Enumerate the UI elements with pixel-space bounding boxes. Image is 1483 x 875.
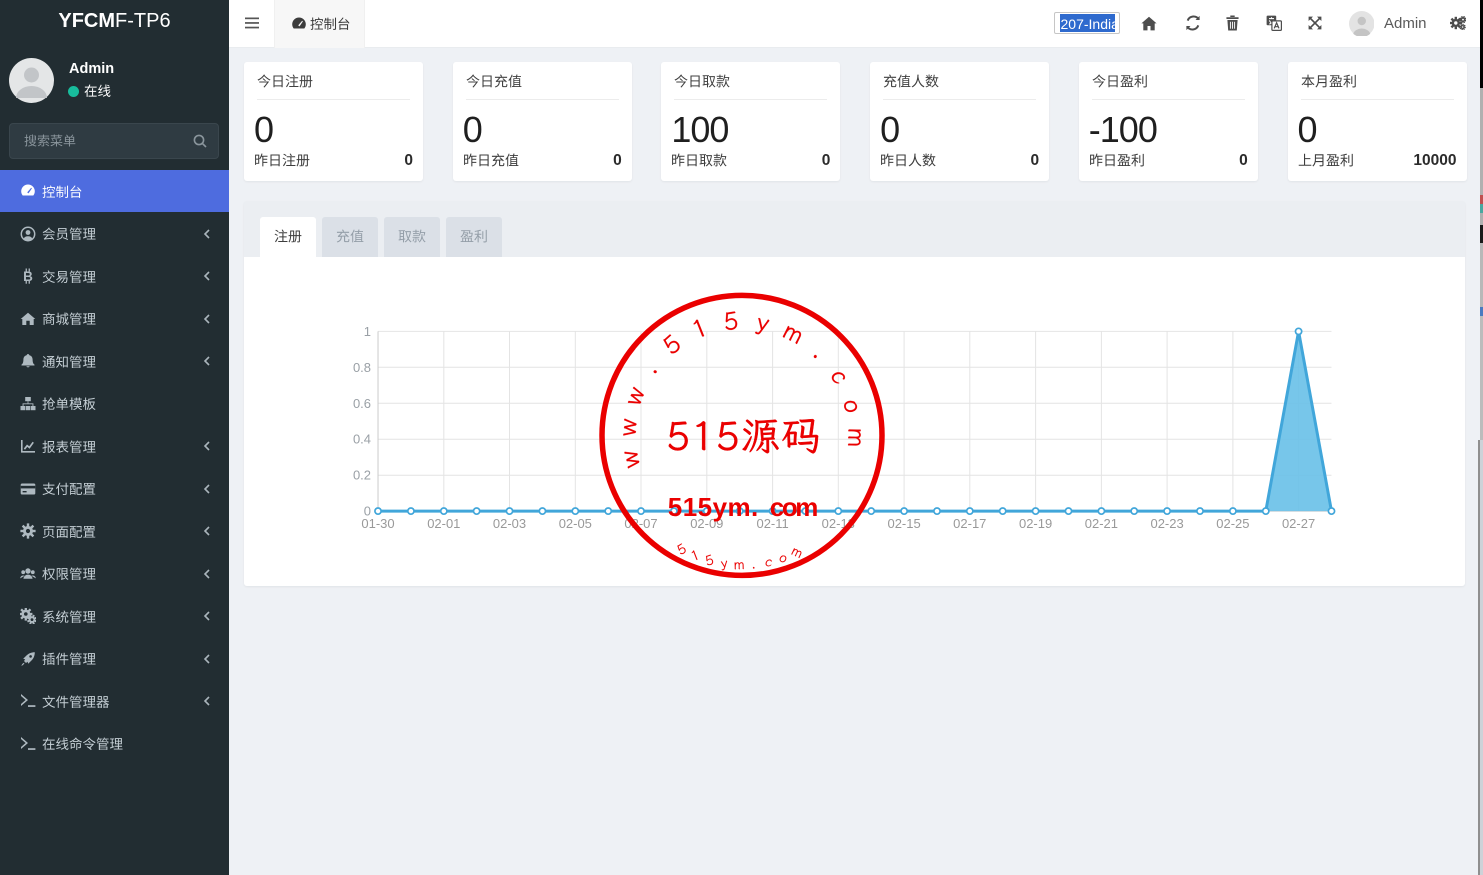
svg-text:02-19: 02-19 <box>1019 516 1052 531</box>
svg-text:0.8: 0.8 <box>353 360 371 375</box>
svg-text:02-03: 02-03 <box>493 516 526 531</box>
svg-text:01-30: 01-30 <box>361 516 394 531</box>
svg-text:0.6: 0.6 <box>353 396 371 411</box>
svg-text:0.4: 0.4 <box>353 432 371 447</box>
svg-text:B: B <box>23 269 33 284</box>
svg-text:02-01: 02-01 <box>427 516 460 531</box>
svg-text:02-17: 02-17 <box>953 516 986 531</box>
svg-text:02-05: 02-05 <box>559 516 592 531</box>
svg-text:515ym.: 515ym. <box>668 492 758 522</box>
svg-text:02-15: 02-15 <box>887 516 920 531</box>
svg-text:02-27: 02-27 <box>1282 516 1315 531</box>
svg-text:02-21: 02-21 <box>1085 516 1118 531</box>
svg-text:02-23: 02-23 <box>1150 516 1183 531</box>
svg-text:1: 1 <box>364 324 371 339</box>
svg-text:com: com <box>770 492 819 522</box>
svg-text:0.2: 0.2 <box>353 468 371 483</box>
svg-text:02-25: 02-25 <box>1216 516 1249 531</box>
